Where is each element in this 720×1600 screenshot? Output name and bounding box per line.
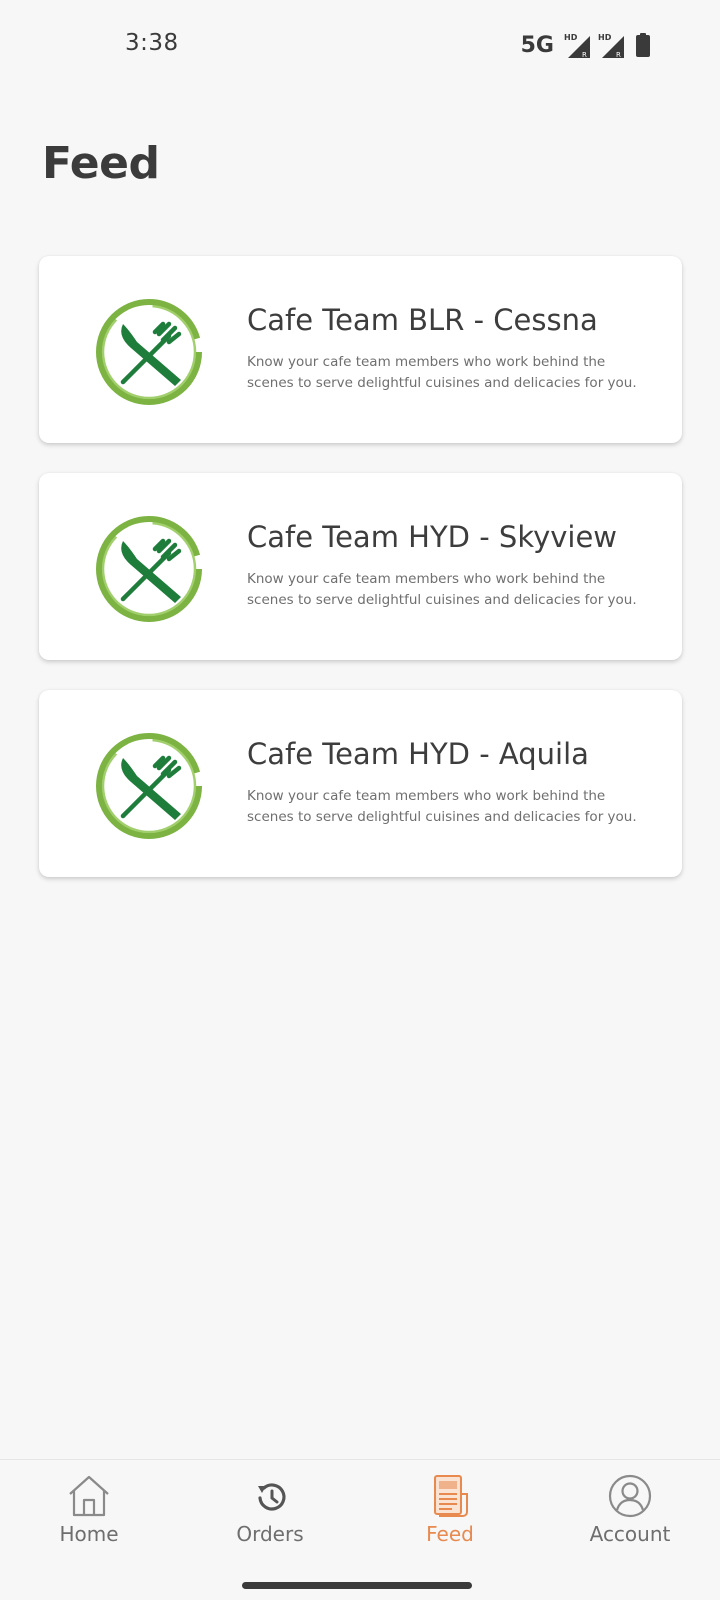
nav-label: Orders <box>236 1522 304 1546</box>
nav-label: Home <box>59 1522 119 1546</box>
signal-hd-icon: HD R <box>564 33 590 58</box>
feed-card-skyview[interactable]: Cafe Team HYD - Skyview Know your cafe t… <box>39 473 682 660</box>
fork-knife-icon <box>93 513 205 625</box>
feed-card-aquila[interactable]: Cafe Team HYD - Aquila Know your cafe te… <box>39 690 682 877</box>
battery-icon <box>636 33 650 57</box>
network-type: 5G <box>520 32 554 58</box>
status-bar: 3:38 5G HD R HD R <box>0 0 720 90</box>
page-title: Feed <box>42 138 160 189</box>
account-icon <box>608 1474 652 1518</box>
history-icon <box>258 1483 286 1511</box>
card-title: Cafe Team HYD - Skyview <box>247 520 618 554</box>
card-description: Know your cafe team members who work beh… <box>247 788 637 825</box>
signal-hd-icon: HD R <box>598 33 624 58</box>
nav-orders[interactable]: Orders <box>200 1472 340 1562</box>
card-description: Know your cafe team members who work beh… <box>247 571 637 608</box>
nav-account[interactable]: Account <box>560 1472 700 1562</box>
svg-text:R: R <box>582 51 587 58</box>
nav-home[interactable]: Home <box>19 1472 159 1562</box>
home-icon <box>69 1475 109 1517</box>
nav-label: Feed <box>426 1522 474 1546</box>
fork-knife-icon <box>93 296 205 408</box>
svg-text:HD: HD <box>598 33 612 42</box>
fork-knife-icon <box>93 730 205 842</box>
feed-list: Cafe Team BLR - Cessna Know your cafe te… <box>39 256 682 907</box>
bottom-nav: Home Orders Feed Account <box>0 1459 720 1600</box>
card-description: Know your cafe team members who work beh… <box>247 354 637 391</box>
home-indicator[interactable] <box>242 1582 472 1589</box>
nav-label: Account <box>589 1522 671 1546</box>
svg-text:R: R <box>616 51 621 58</box>
feed-icon <box>434 1475 468 1517</box>
status-time: 3:38 <box>125 30 179 56</box>
status-indicators: 5G HD R HD R <box>521 30 650 60</box>
card-title: Cafe Team HYD - Aquila <box>247 737 589 771</box>
card-title: Cafe Team BLR - Cessna <box>247 303 598 337</box>
svg-text:HD: HD <box>564 33 578 42</box>
nav-feed[interactable]: Feed <box>380 1472 520 1562</box>
feed-card-cessna[interactable]: Cafe Team BLR - Cessna Know your cafe te… <box>39 256 682 443</box>
